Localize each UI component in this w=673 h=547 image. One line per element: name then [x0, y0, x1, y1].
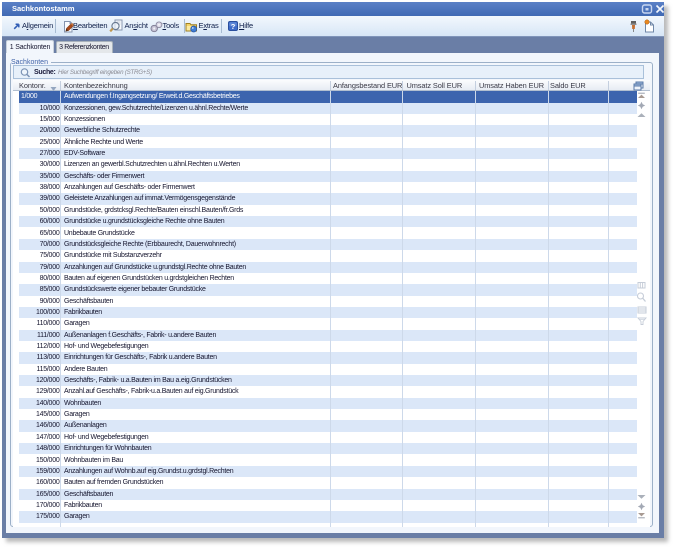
svg-text:?: ?	[231, 22, 236, 31]
